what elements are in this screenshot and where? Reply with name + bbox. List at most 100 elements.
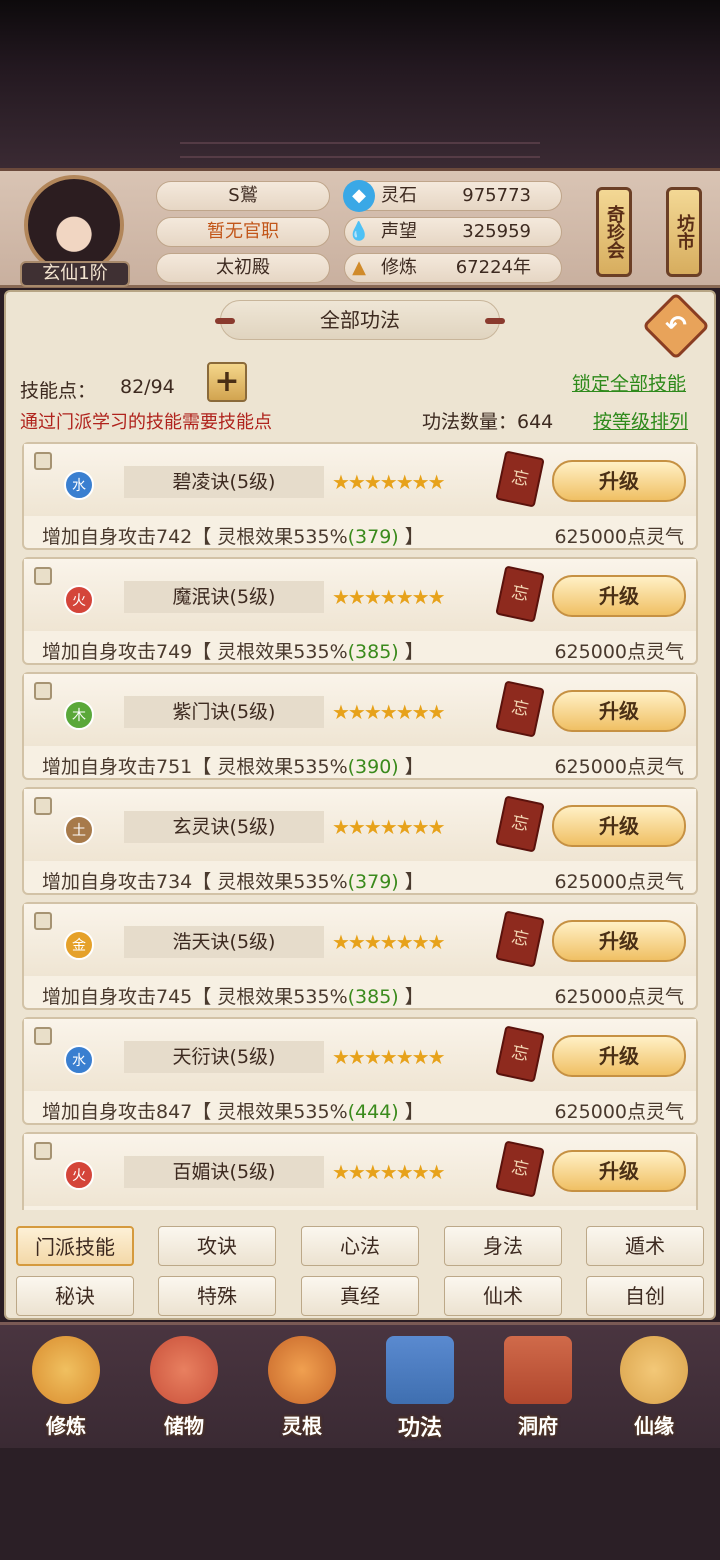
reputation-counter: 💧 声望 325959 — [344, 217, 562, 247]
skill-name: 紫门诀(5级) — [124, 696, 324, 728]
skill-description: 增加自身攻击751【 灵根效果535%(390) 】 — [42, 756, 424, 778]
upgrade-button[interactable]: 升级 — [552, 1150, 686, 1192]
lock-icon[interactable] — [34, 797, 52, 815]
tab-special[interactable]: 特殊 — [158, 1276, 276, 1316]
lock-icon[interactable] — [34, 567, 52, 585]
panel-title: 全部功法 — [215, 300, 505, 340]
spirit-stone-icon: ◆ — [343, 180, 375, 212]
tab-mind-arts[interactable]: 心法 — [301, 1226, 419, 1266]
skill-description: 增加自身攻击734【 灵根效果535%(379) 】 — [42, 871, 424, 893]
spirit-stone-counter: ◆ 灵石 975773 — [343, 180, 562, 212]
back-arrow-icon: ↶ — [665, 311, 687, 341]
tab-immortal-arts[interactable]: 仙术 — [444, 1276, 562, 1316]
official-post: 暂无官职 — [156, 217, 330, 247]
water-element-icon: 水 — [64, 1045, 94, 1075]
fire-element-icon: 火 — [64, 1160, 94, 1190]
upgrade-cost: 625000点灵气 — [554, 756, 684, 778]
nav-cave-house[interactable]: 洞府 — [490, 1336, 586, 1444]
tab-true-scripture[interactable]: 真经 — [301, 1276, 419, 1316]
nav-skills[interactable]: 功法 — [372, 1336, 468, 1444]
add-skill-points-button[interactable]: + — [207, 362, 247, 402]
skill-card: 火 魔泯诀(5级) ★★★★★★★ 忘 升级 增加自身攻击749【 灵根效果53… — [22, 557, 698, 665]
tab-self-created[interactable]: 自创 — [586, 1276, 704, 1316]
lock-icon[interactable] — [34, 682, 52, 700]
tab-movement-arts[interactable]: 身法 — [444, 1226, 562, 1266]
storage-bag-icon — [150, 1336, 218, 1404]
nav-storage[interactable]: 储物 — [136, 1336, 232, 1444]
upgrade-button[interactable]: 升级 — [552, 920, 686, 962]
upgrade-cost: 625000点灵气 — [554, 1101, 684, 1123]
star-rating: ★★★★★★★ — [332, 815, 446, 839]
player-name: S鷲 — [156, 181, 330, 211]
lock-icon[interactable] — [34, 1142, 52, 1160]
bottom-background — [0, 1448, 720, 1560]
earth-element-icon: 土 — [64, 815, 94, 845]
water-element-icon: 水 — [64, 470, 94, 500]
metal-element-icon: 金 — [64, 930, 94, 960]
upgrade-button[interactable]: 升级 — [552, 575, 686, 617]
gourd-icon — [620, 1336, 688, 1404]
skill-card: 金 浩天诀(5级) ★★★★★★★ 忘 升级 增加自身攻击745【 灵根效果53… — [22, 902, 698, 1010]
star-rating: ★★★★★★★ — [332, 930, 446, 954]
tab-sect-skills[interactable]: 门派技能 — [16, 1226, 134, 1266]
tab-attack-arts[interactable]: 攻诀 — [158, 1226, 276, 1266]
skill-name: 百媚诀(5级) — [124, 1156, 324, 1188]
tab-escape-arts[interactable]: 遁术 — [586, 1226, 704, 1266]
cultivate-icon — [32, 1336, 100, 1404]
upgrade-button[interactable]: 升级 — [552, 460, 686, 502]
skill-description: 增加自身攻击749【 灵根效果535%(385) 】 — [42, 641, 424, 663]
star-rating: ★★★★★★★ — [332, 1160, 446, 1184]
skill-description: 增加自身攻击742【 灵根效果535%(379) 】 — [42, 526, 424, 548]
lock-icon[interactable] — [34, 452, 52, 470]
player-header: 玄仙1阶 S鷲 暂无官职 太初殿 ◆ 灵石 975773 💧 声望 325959… — [0, 168, 720, 288]
nav-cultivate[interactable]: 修炼 — [18, 1336, 114, 1444]
lock-all-skills-link[interactable]: 锁定全部技能 — [572, 369, 686, 396]
skill-card: 火 百媚诀(5级) ★★★★★★★ 忘 升级 — [22, 1132, 698, 1210]
skill-name: 玄灵诀(5级) — [124, 811, 324, 843]
upgrade-cost: 625000点灵气 — [554, 526, 684, 548]
treasure-fair-button[interactable]: 奇珍会 — [596, 187, 632, 277]
spirit-root-icon — [268, 1336, 336, 1404]
upgrade-cost: 625000点灵气 — [554, 871, 684, 893]
skill-book-icon — [386, 1336, 454, 1404]
skill-name: 魔泯诀(5级) — [124, 581, 324, 613]
upgrade-cost: 625000点灵气 — [554, 986, 684, 1008]
sort-by-level-link[interactable]: 按等级排列 — [593, 407, 688, 434]
skill-name: 碧凌诀(5级) — [124, 466, 324, 498]
skill-list[interactable]: 水 碧凌诀(5级) ★★★★★★★ 忘 升级 增加自身攻击742【 灵根效果53… — [22, 442, 698, 1210]
fire-element-icon: 火 — [64, 585, 94, 615]
skill-card: 水 天衍诀(5级) ★★★★★★★ 忘 升级 增加自身攻击847【 灵根效果53… — [22, 1017, 698, 1125]
skill-name: 浩天诀(5级) — [124, 926, 324, 958]
skill-description: 增加自身攻击847【 灵根效果535%(444) 】 — [42, 1101, 424, 1123]
star-rating: ★★★★★★★ — [332, 470, 446, 494]
wood-element-icon: 木 — [64, 700, 94, 730]
rank-label: 玄仙1阶 — [20, 261, 130, 287]
upgrade-button[interactable]: 升级 — [552, 690, 686, 732]
upgrade-button[interactable]: 升级 — [552, 1035, 686, 1077]
cave-house-icon — [504, 1336, 572, 1404]
star-rating: ★★★★★★★ — [332, 585, 446, 609]
lock-icon[interactable] — [34, 912, 52, 930]
skill-name: 天衍诀(5级) — [124, 1041, 324, 1073]
skill-card: 水 碧凌诀(5级) ★★★★★★★ 忘 升级 增加自身攻击742【 灵根效果53… — [22, 442, 698, 550]
tab-secret-arts[interactable]: 秘诀 — [16, 1276, 134, 1316]
skill-count: 功法数量：644 — [422, 411, 554, 433]
skill-description: 增加自身攻击745【 灵根效果535%(385) 】 — [42, 986, 424, 1008]
skill-points-value: 82/94 — [120, 376, 175, 398]
top-ornament — [180, 142, 540, 158]
lock-icon[interactable] — [34, 1027, 52, 1045]
reputation-icon: 💧 — [347, 221, 371, 242]
skill-card: 土 玄灵诀(5级) ★★★★★★★ 忘 升级 增加自身攻击734【 灵根效果53… — [22, 787, 698, 895]
avatar-group[interactable]: 玄仙1阶 — [18, 175, 130, 287]
nav-spirit-root[interactable]: 灵根 — [254, 1336, 350, 1444]
sect-name: 太初殿 — [156, 253, 330, 283]
avatar[interactable] — [24, 175, 124, 275]
market-button[interactable]: 坊市 — [666, 187, 702, 277]
skill-points-label: 技能点： — [20, 380, 97, 402]
nav-fortune[interactable]: 仙缘 — [606, 1336, 702, 1444]
skill-card: 木 紫门诀(5级) ★★★★★★★ 忘 升级 增加自身攻击751【 灵根效果53… — [22, 672, 698, 780]
upgrade-button[interactable]: 升级 — [552, 805, 686, 847]
upgrade-cost: 625000点灵气 — [554, 641, 684, 663]
skill-points-hint: 通过门派学习的技能需要技能点 — [20, 412, 272, 433]
cultivation-icon: ▲ — [352, 257, 366, 278]
